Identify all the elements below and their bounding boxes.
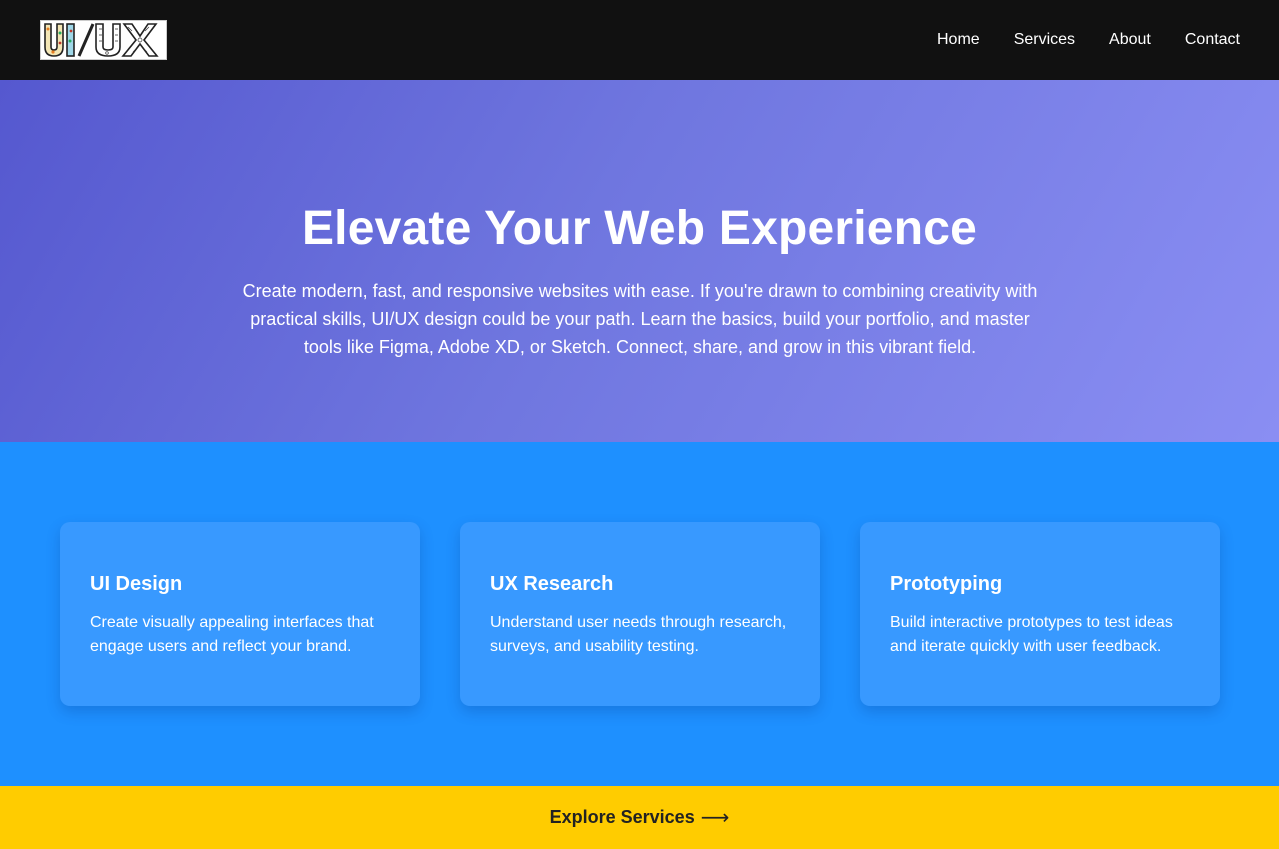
card-title: UX Research — [490, 573, 614, 595]
nav-link-about[interactable]: About — [1109, 30, 1151, 50]
nav-link-home[interactable]: Home — [937, 30, 980, 50]
card-title: UI Design — [90, 573, 183, 595]
arrow-right-icon: ⟶ — [700, 807, 730, 829]
logo[interactable] — [40, 20, 167, 60]
services-section: UI Design Create visually appealing inte… — [0, 442, 1279, 786]
navbar: Home Services About Contact — [0, 0, 1279, 80]
hero-description: Create modern, fast, and responsive webs… — [242, 281, 1038, 357]
service-card-prototyping: Prototyping Build interactive prototypes… — [860, 522, 1220, 706]
hero-section: Elevate Your Web Experience Create moder… — [0, 80, 1279, 442]
nav-link-services[interactable]: Services — [1014, 30, 1075, 50]
explore-services-button[interactable]: Explore Services ⟶ — [0, 786, 1279, 849]
service-card-ui-design: UI Design Create visually appealing inte… — [60, 522, 420, 706]
ui-ux-logo-icon — [44, 23, 159, 57]
card-title: Prototyping — [890, 573, 1003, 595]
card-text: Build interactive prototypes to test ide… — [890, 614, 1173, 655]
card-text: Understand user needs through research, … — [490, 614, 787, 655]
nav-link-contact[interactable]: Contact — [1185, 30, 1240, 50]
main-nav: Home Services About Contact — [937, 30, 1240, 50]
card-text: Create visually appealing interfaces tha… — [90, 614, 374, 655]
service-card-ux-research: UX Research Understand user needs throug… — [460, 522, 820, 706]
hero-title: Elevate Your Web Experience — [301, 202, 978, 255]
cta-label: Explore Services — [549, 807, 695, 827]
